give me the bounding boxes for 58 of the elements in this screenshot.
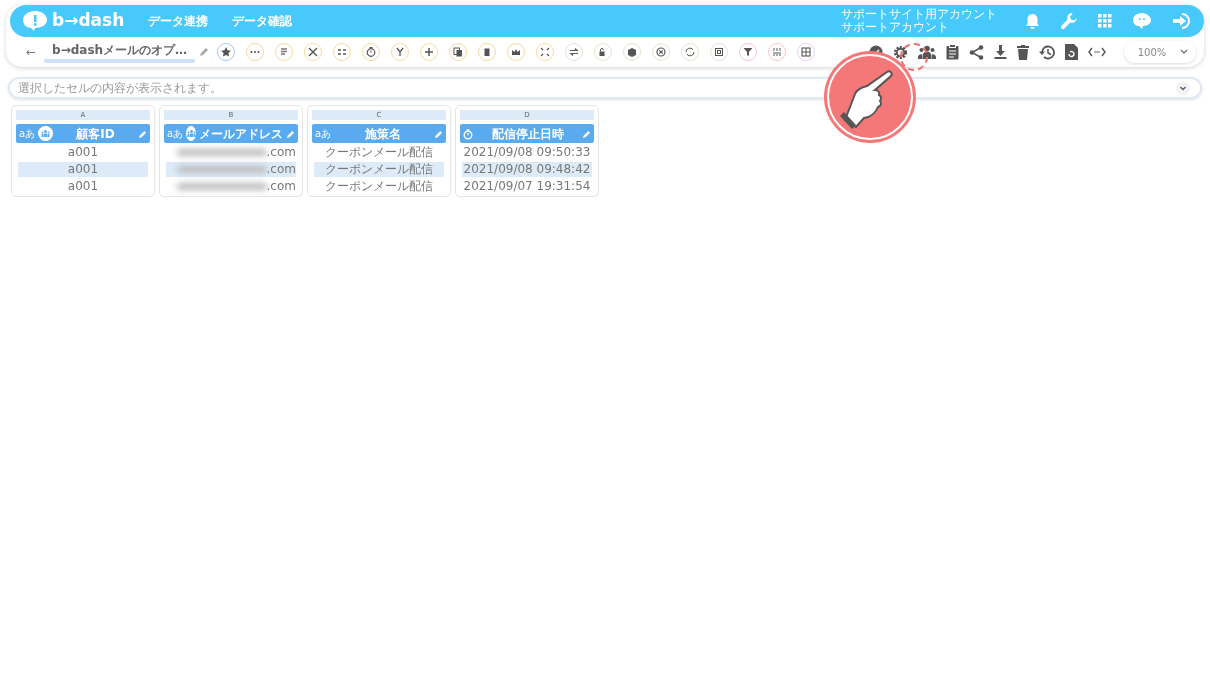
trash-icon[interactable] — [482, 47, 493, 57]
swap-icon[interactable] — [569, 47, 580, 57]
column-name: メールアドレス — [199, 125, 283, 143]
account-name: サポートアカウント — [841, 21, 950, 34]
type-mark: aあ — [167, 128, 184, 139]
plus-icon[interactable] — [424, 47, 435, 57]
users-icon[interactable] — [918, 45, 936, 59]
refresh-document-icon[interactable] — [1065, 44, 1078, 60]
trash-icon[interactable] — [1017, 44, 1029, 60]
sheet-title[interactable]: b→dashメールのオプ… — [44, 41, 196, 63]
crown-icon[interactable] — [511, 47, 522, 57]
table-icon[interactable] — [801, 47, 812, 57]
settings-icon[interactable] — [893, 44, 908, 60]
group-icon — [186, 130, 196, 137]
back-button[interactable]: ← — [26, 43, 37, 61]
zoom-dropdown[interactable]: 100% — [1124, 41, 1196, 63]
table-cell[interactable]: 2021/09/08 09:50:33 — [463, 145, 591, 159]
column-header[interactable]: aあ 施策名 — [312, 124, 446, 143]
table-cell[interactable]: 2021/09/07 19:31:54 — [463, 179, 591, 193]
column-name: 顧客ID — [75, 125, 116, 143]
column-name: 配信停止日時 — [490, 125, 565, 143]
expand-icon[interactable] — [540, 47, 551, 57]
branch-icon[interactable] — [395, 47, 406, 57]
filter-icon[interactable] — [743, 47, 754, 57]
caret-icon — [1180, 49, 1188, 55]
table-cell[interactable]: .com — [266, 179, 296, 193]
close-circle-icon[interactable] — [656, 47, 667, 57]
type-mark: aあ — [315, 128, 332, 139]
stopwatch-icon[interactable] — [366, 47, 377, 57]
clipboard-icon[interactable] — [946, 44, 959, 60]
table-cell[interactable]: a001 — [67, 179, 99, 193]
chevron-down-icon[interactable] — [1176, 81, 1190, 95]
table-cell[interactable]: 2021/09/08 09:48:42 — [463, 162, 591, 176]
table-cell[interactable]: クーポンメール配信 — [325, 179, 433, 193]
column-name: 施策名 — [363, 125, 402, 143]
column-header[interactable]: 配信停止日時 — [460, 124, 594, 143]
frame-icon[interactable] — [714, 47, 725, 57]
scissors-icon[interactable] — [308, 47, 319, 57]
note-icon[interactable] — [279, 47, 290, 57]
download-icon[interactable] — [994, 45, 1007, 59]
stopwatch-icon — [463, 128, 473, 140]
column-header[interactable]: aあ メールアドレス — [164, 124, 298, 143]
copy-icon[interactable] — [453, 47, 464, 57]
history-icon[interactable] — [1039, 44, 1055, 60]
account-name: サポートサイト用アカウント — [841, 8, 997, 21]
table-cell[interactable]: .com — [266, 145, 296, 159]
cell-content-field[interactable]: 選択したセルの内容が表示されます。 — [8, 77, 1202, 99]
column-header[interactable]: aあ 顧客ID — [16, 124, 150, 143]
table-cell[interactable]: クーポンメール配信 — [325, 145, 433, 159]
group-icon — [41, 130, 51, 137]
table-cell[interactable]: a001 — [67, 145, 99, 159]
logo-text: b→dash — [52, 9, 125, 33]
code-arrows-icon[interactable] — [1088, 47, 1106, 57]
logo-icon — [22, 10, 48, 32]
share-icon[interactable] — [969, 44, 984, 60]
type-mark: aあ — [19, 128, 36, 139]
box-icon[interactable] — [627, 47, 638, 57]
star-icon[interactable] — [221, 47, 232, 57]
